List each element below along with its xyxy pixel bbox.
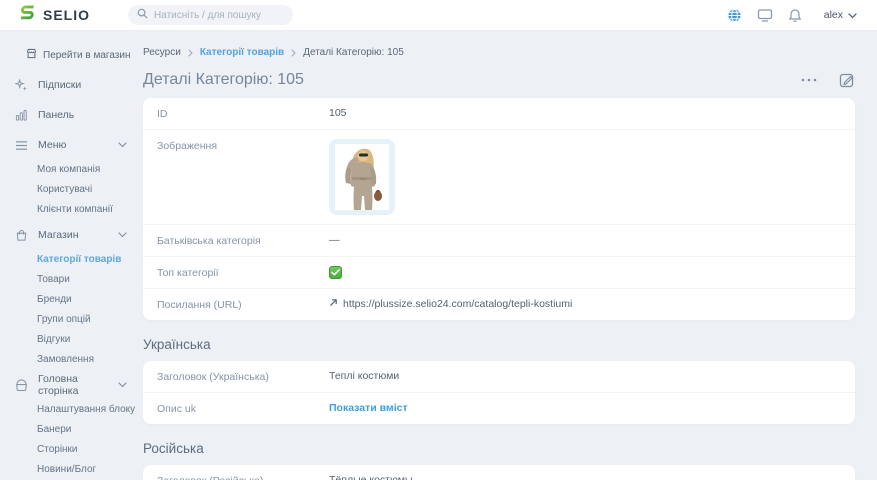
sidebar-item-block-settings[interactable]: Налаштування блоку [37,404,143,415]
image-label: Зображення [157,139,329,152]
search-icon [137,6,148,24]
subscriptions-label: Підписки [38,79,81,91]
sidebar-item-news-blog[interactable]: Новини/Блог [37,464,143,475]
store-label: Магазин [38,229,79,241]
hamburger-menu-icon [14,140,29,151]
sidebar-item-products[interactable]: Товари [37,274,143,285]
sidebar-go-to-store[interactable]: Перейти в магазин [14,45,143,65]
table-row: Заголовок (Російська) Тёплые костюмы [143,465,855,480]
table-row: Топ категорії [143,257,855,289]
sparkles-icon [14,79,29,92]
shopping-bag-icon [14,229,29,242]
russian-locale-card: Заголовок (Російська) Тёплые костюмы Опи… [143,465,855,480]
section-heading-russian: Російська [143,441,855,456]
parent-category-value: — [329,234,340,246]
breadcrumb: Ресурси Категорії товарів Деталі Категор… [143,47,855,58]
chevron-down-icon [118,142,127,148]
breadcrumb-product-categories[interactable]: Категорії товарів [200,47,284,58]
table-row: Заголовок (Українська) Теплі костюми [143,361,855,393]
table-row: Посилання (URL) https://plussize.selio24… [143,289,855,320]
sidebar-item-homepage[interactable]: Головна сторінка [14,375,143,395]
selio-logo-icon [20,4,37,26]
breadcrumb-separator-icon [188,49,193,57]
ru-title-value: Тёплые костюмы [329,474,413,480]
breadcrumb-separator-icon [291,49,296,57]
sidebar-item-dashboard[interactable]: Панель [14,105,143,125]
category-details-card: ID 105 Зображення [143,98,855,320]
app-logo[interactable]: SELIO [20,4,90,26]
sidebar-item-banners[interactable]: Банери [37,424,143,435]
sidebar-item-product-categories[interactable]: Категорії товарів [37,254,143,265]
category-url-text: https://plussize.selio24.com/catalog/tep… [343,298,572,310]
top-category-label: Топ категорії [157,266,329,279]
ru-title-label: Заголовок (Російська) [157,474,329,480]
basket-icon [14,379,29,392]
section-heading-ukrainian: Українська [143,337,855,352]
menu-label: Меню [38,139,66,151]
id-value: 105 [329,107,347,119]
main-content: Ресурси Категорії товарів Деталі Категор… [143,31,877,480]
global-search[interactable] [128,5,293,25]
breadcrumb-resources[interactable]: Ресурси [143,47,181,58]
sidebar-item-subscriptions[interactable]: Підписки [14,75,143,95]
sidebar-item-option-groups[interactable]: Групи опцій [37,314,143,325]
table-row: Опис uk Показати вміст [143,393,855,424]
table-row: Зображення [143,130,855,225]
page-title: Деталі Категорію: 105 [143,71,304,89]
sidebar-item-company-clients[interactable]: Клієнти компанії [37,204,143,215]
sidebar-item-menu[interactable]: Меню [14,135,143,155]
parent-category-label: Батьківська категорія [157,234,329,247]
sidebar-item-pages[interactable]: Сторінки [37,444,143,455]
user-menu[interactable]: alex [824,6,857,24]
uk-description-label: Опис uk [157,402,329,415]
sidebar-item-brands[interactable]: Бренди [37,294,143,305]
chevron-down-icon [118,382,127,388]
sidebar-item-orders[interactable]: Замовлення [37,354,143,365]
sidebar-item-reviews[interactable]: Відгуки [37,334,143,345]
app-header: SELIO [0,0,877,31]
chevron-down-icon [848,6,857,24]
go-to-store-label: Перейти в магазин [43,50,131,61]
chevron-down-icon [118,232,127,238]
user-name: alex [824,9,843,21]
more-options-button[interactable] [801,78,817,82]
sidebar-item-my-company[interactable]: Моя компанія [37,164,143,175]
language-globe-icon[interactable] [727,8,742,23]
category-photo [335,144,389,210]
category-url-link[interactable]: https://plussize.selio24.com/catalog/tep… [329,298,572,310]
edit-button[interactable] [839,72,855,88]
breadcrumb-current: Деталі Категорію: 105 [303,47,404,58]
uk-title-label: Заголовок (Українська) [157,370,329,383]
search-input[interactable] [154,10,284,21]
dashboard-label: Панель [38,109,74,121]
url-label: Посилання (URL) [157,298,329,311]
bar-chart-icon [14,109,29,122]
storefront-icon [26,48,37,62]
table-row: Батьківська категорія — [143,225,855,257]
external-link-icon [329,298,338,310]
top-category-checkbox[interactable] [329,266,342,279]
display-icon[interactable] [757,8,773,23]
id-label: ID [157,107,329,120]
logo-wordmark: SELIO [43,7,90,23]
sidebar-item-users[interactable]: Користувачі [37,184,143,195]
sidebar-item-store[interactable]: Магазин [14,225,143,245]
sidebar: Перейти в магазин Підписки Панель [0,31,143,480]
table-row: ID 105 [143,98,855,130]
ukrainian-locale-card: Заголовок (Українська) Теплі костюми Опи… [143,361,855,424]
uk-show-content-link[interactable]: Показати вміст [329,402,408,414]
notifications-bell-icon[interactable] [788,8,802,23]
uk-title-value: Теплі костюми [329,370,399,382]
homepage-label: Головна сторінка [38,373,109,397]
category-image-thumbnail[interactable] [329,139,395,215]
